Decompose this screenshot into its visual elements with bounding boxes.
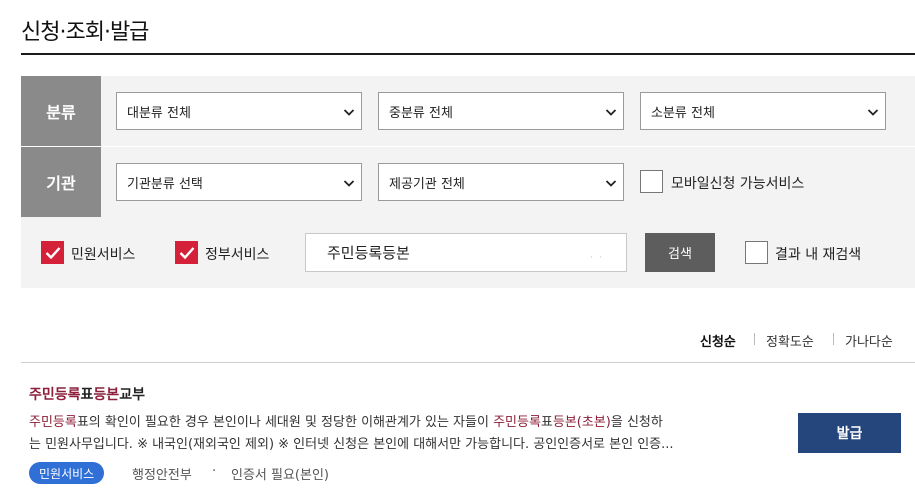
- major-category-select[interactable]: 대분류 전체: [116, 92, 362, 130]
- check-icon: [179, 247, 195, 260]
- search-input-marker: · ·: [590, 253, 604, 262]
- search-input-value: 주민등록등본: [327, 244, 410, 262]
- civil-service-checkbox[interactable]: [41, 241, 64, 264]
- gov-service-label[interactable]: 정부서비스: [205, 244, 269, 264]
- civil-service-label[interactable]: 민원서비스: [71, 244, 135, 264]
- research-checkbox[interactable]: [745, 241, 768, 264]
- chevron-down-icon: [605, 177, 617, 189]
- results-divider: [21, 362, 915, 363]
- result-title[interactable]: 주민등록표등본교부: [29, 384, 145, 404]
- agency-row-label: 기관: [21, 147, 101, 217]
- chevron-down-icon: [343, 106, 355, 118]
- result-description: 주민등록표의 확인이 필요한 경우 본인이나 세대원 및 정당한 이해관계가 있…: [29, 412, 767, 456]
- provider-agency-select[interactable]: 제공기관 전체: [378, 163, 624, 201]
- description-line-2: 는 민원사무입니다. ※ 내국인(재외국인 제외) ※ 인터넷 신청은 본인에 …: [29, 437, 674, 452]
- auth-requirement: 인증서 필요(본인): [231, 468, 329, 483]
- sort-separator: [833, 333, 834, 345]
- mobile-service-checkbox[interactable]: [640, 170, 663, 193]
- search-button[interactable]: 검색: [645, 233, 715, 272]
- minor-category-value: 소분류 전체: [651, 105, 715, 121]
- chevron-down-icon: [343, 177, 355, 189]
- provider-agency-value: 제공기관 전체: [389, 176, 465, 192]
- meta-separator: ·: [212, 464, 217, 479]
- sort-option-alphabetical[interactable]: 가나다순: [845, 331, 893, 350]
- description-line-1: 주민등록표의 확인이 필요한 경우 본인이나 세대원 및 정당한 이해관계가 있…: [29, 412, 767, 434]
- service-type-badge: 민원서비스: [29, 462, 105, 484]
- middle-category-value: 중분류 전체: [389, 105, 453, 121]
- research-label[interactable]: 결과 내 재검색: [775, 244, 861, 264]
- title-highlight: 등본: [93, 387, 120, 403]
- agency-name: 행정안전부: [132, 468, 192, 483]
- middle-category-select[interactable]: 중분류 전체: [378, 92, 624, 130]
- mobile-service-label[interactable]: 모바일신청 가능서비스: [671, 173, 804, 193]
- title-text: 교부: [119, 387, 145, 403]
- gov-service-checkbox[interactable]: [175, 241, 198, 264]
- agency-category-value: 기관분류 선택: [127, 176, 203, 192]
- category-row-label: 분류: [21, 76, 101, 146]
- check-icon: [45, 247, 61, 260]
- sort-separator: [754, 333, 755, 345]
- page-title: 신청·조회·발급: [21, 20, 149, 45]
- desc-text: 표: [540, 415, 553, 430]
- desc-text: 표의 확인이 필요한 경우 본인이나 세대원 및 정당한 이해관계가 있는 자들…: [76, 415, 494, 430]
- minor-category-select[interactable]: 소분류 전체: [640, 92, 886, 130]
- chevron-down-icon: [605, 106, 617, 118]
- issue-button[interactable]: 발급: [798, 413, 901, 453]
- search-input[interactable]: 주민등록등본 · ·: [305, 233, 627, 272]
- desc-highlight: 주민등록: [493, 415, 541, 430]
- row-divider: [21, 146, 915, 147]
- major-category-value: 대분류 전체: [127, 105, 191, 121]
- title-divider: [21, 53, 915, 55]
- sort-option-accuracy[interactable]: 정확도순: [766, 331, 814, 350]
- agency-category-select[interactable]: 기관분류 선택: [116, 163, 362, 201]
- title-highlight: 주민등록: [29, 387, 81, 403]
- desc-text: 을 신청하: [610, 415, 663, 430]
- desc-highlight: 주민등록: [29, 415, 77, 430]
- sort-option-application[interactable]: 신청순: [700, 331, 736, 350]
- title-text: 표: [80, 387, 94, 403]
- chevron-down-icon: [867, 106, 879, 118]
- desc-highlight: 등본(초본): [552, 415, 611, 430]
